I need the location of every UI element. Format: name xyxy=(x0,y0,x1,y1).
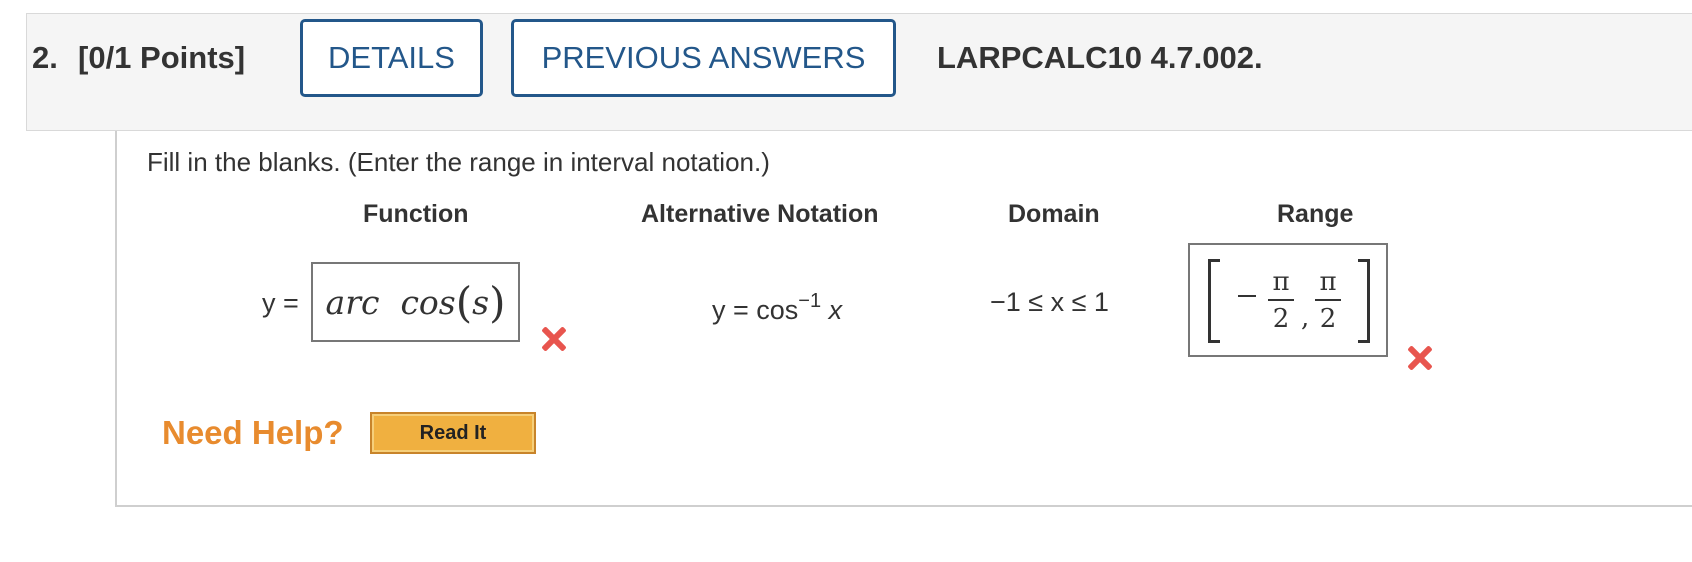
function-prefix: y = xyxy=(262,288,299,318)
alt-notation-variable: x xyxy=(828,295,843,325)
range-fraction-right: π 2 xyxy=(1315,265,1341,335)
range-fraction-left: π 2 xyxy=(1268,265,1294,335)
fraction-denominator: 2 xyxy=(1319,304,1337,334)
need-help-label: Need Help? xyxy=(162,414,344,451)
question-number: 2. xyxy=(32,40,58,75)
alternative-notation: y = cos−1 x xyxy=(712,290,842,326)
incorrect-icon xyxy=(1405,343,1433,371)
fraction-numerator: π xyxy=(1319,267,1337,297)
previous-answers-button[interactable]: PREVIOUS ANSWERS xyxy=(511,19,896,97)
function-open-paren: ( xyxy=(455,277,473,327)
range-answer-field[interactable]: π 2 , π 2 xyxy=(1188,243,1388,357)
function-variable: s xyxy=(472,282,490,322)
range-comma: , xyxy=(1301,303,1310,333)
alt-notation-exponent: −1 xyxy=(798,290,822,312)
incorrect-icon xyxy=(539,324,567,352)
instructions: Fill in the blanks. (Enter the range in … xyxy=(147,147,770,177)
column-header-function: Function xyxy=(363,200,469,228)
alt-notation-lhs: y = cos xyxy=(712,295,799,325)
question-code: LARPCALC10 4.7.002. xyxy=(937,40,1263,75)
function-name: arc cos xyxy=(325,282,456,322)
function-answer-field[interactable]: arc cos ( s ) xyxy=(311,262,520,342)
details-button[interactable]: DETAILS xyxy=(300,19,483,97)
read-it-button[interactable]: Read It xyxy=(370,412,536,454)
left-bracket xyxy=(1208,259,1220,343)
right-bracket xyxy=(1358,259,1370,343)
minus-sign xyxy=(1238,295,1256,297)
function-close-paren: ) xyxy=(489,277,506,327)
column-header-range: Range xyxy=(1277,200,1354,228)
fraction-denominator: 2 xyxy=(1272,304,1290,334)
fraction-numerator: π xyxy=(1272,267,1290,297)
question-points: [0/1 Points] xyxy=(78,40,246,75)
column-header-alternative-notation: Alternative Notation xyxy=(641,200,879,228)
column-header-domain: Domain xyxy=(1008,200,1100,228)
domain-value: −1 ≤ x ≤ 1 xyxy=(990,287,1109,317)
